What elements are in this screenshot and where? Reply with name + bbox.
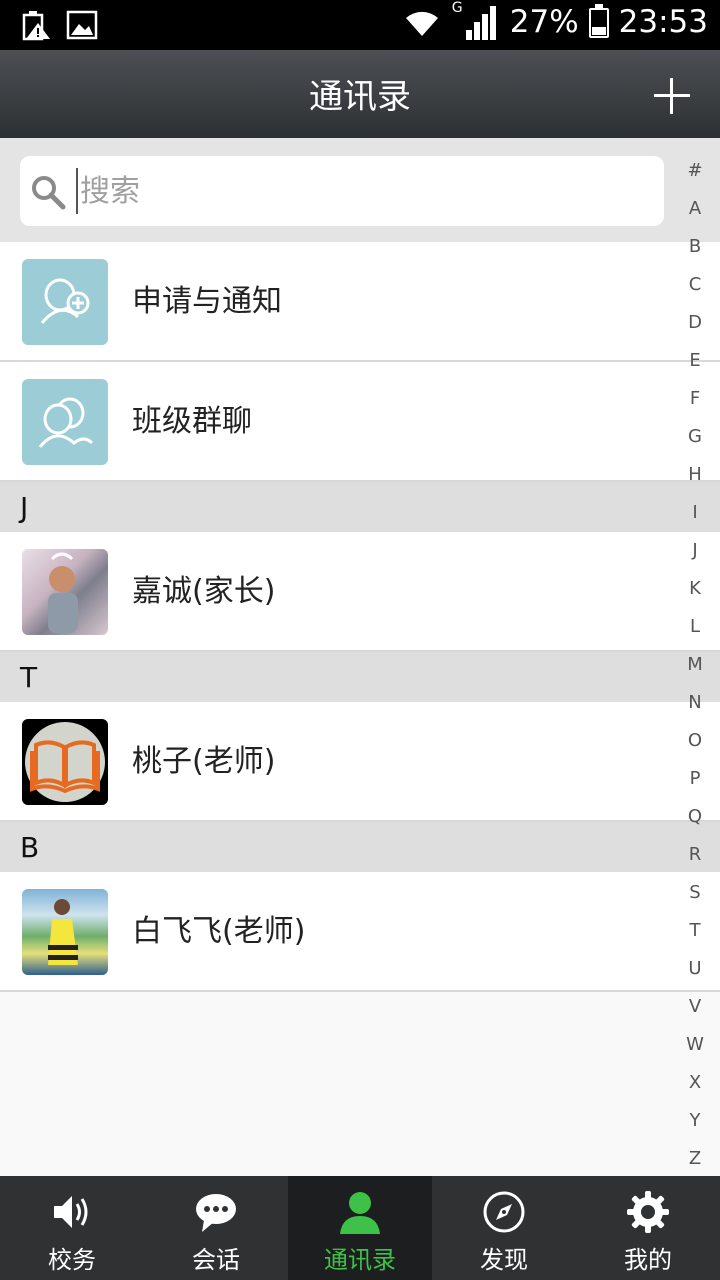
search-area <box>0 138 720 242</box>
signal-icon: G <box>452 0 500 40</box>
person-add-icon <box>22 259 108 345</box>
index-letter[interactable]: G <box>688 418 702 456</box>
tab-label: 会话 <box>192 1246 240 1274</box>
index-letter[interactable]: L <box>690 608 700 646</box>
index-letter[interactable]: P <box>690 760 701 798</box>
list-item-label: 班级群聊 <box>132 404 252 439</box>
add-contact-button[interactable] <box>654 78 690 114</box>
compass-icon <box>483 1191 525 1233</box>
index-letter[interactable]: T <box>690 912 701 950</box>
status-bar: G 27% 23:53 <box>0 0 720 50</box>
tab-conversations[interactable]: 会话 <box>144 1176 288 1280</box>
image-icon <box>66 10 98 40</box>
tab-label: 通讯录 <box>324 1246 396 1274</box>
index-letter[interactable]: E <box>689 342 700 380</box>
index-letter[interactable]: U <box>688 950 701 988</box>
index-letter[interactable]: H <box>688 456 702 494</box>
avatar <box>22 889 108 975</box>
list-item-class-group-chat[interactable]: 班级群聊 <box>0 362 720 482</box>
contact-name: 嘉诚(家长) <box>132 574 276 609</box>
contact-row[interactable]: 桃子(老师) <box>0 702 720 822</box>
index-letter[interactable]: C <box>689 266 702 304</box>
avatar <box>22 549 108 635</box>
battery-percent: 27% <box>509 4 579 40</box>
clock: 23:53 <box>618 4 708 40</box>
contact-list: 申请与通知 班级群聊 J 嘉诚(家长) T 桃子(老师) B 白飞飞(老师) <box>0 242 720 992</box>
search-icon <box>32 176 66 210</box>
person-icon <box>340 1192 380 1234</box>
bottom-nav: 校务 会话 通讯录 发现 我的 <box>0 1176 720 1280</box>
index-letter[interactable]: I <box>692 494 697 532</box>
search-input[interactable] <box>76 168 636 214</box>
tab-contacts[interactable]: 通讯录 <box>288 1176 432 1280</box>
contact-name: 白飞飞(老师) <box>132 914 306 949</box>
tab-label: 校务 <box>48 1246 96 1274</box>
battery-warning-icon <box>22 11 50 41</box>
index-letter[interactable]: Z <box>689 1140 701 1178</box>
battery-icon <box>588 4 609 38</box>
tab-discover[interactable]: 发现 <box>432 1176 576 1280</box>
chat-bubble-icon <box>196 1194 236 1232</box>
network-type: G <box>451 0 463 16</box>
book-icon <box>22 719 108 805</box>
index-letter[interactable]: F <box>690 380 700 418</box>
alphabet-index[interactable]: # A B C D E F G H I J K L M N O P Q R S T U V W X Y Z <box>682 152 708 1178</box>
speaker-icon <box>54 1196 88 1228</box>
list-item-label: 申请与通知 <box>132 284 282 319</box>
section-header-b: B <box>0 822 720 872</box>
index-letter[interactable]: W <box>686 1026 704 1064</box>
index-letter[interactable]: X <box>689 1064 701 1102</box>
tab-label: 发现 <box>480 1246 528 1274</box>
index-letter[interactable]: J <box>692 532 697 570</box>
index-letter[interactable]: # <box>687 152 702 190</box>
tab-label: 我的 <box>624 1246 672 1274</box>
index-letter[interactable]: D <box>688 304 702 342</box>
contact-row[interactable]: 白飞飞(老师) <box>0 872 720 992</box>
index-letter[interactable]: S <box>689 874 700 912</box>
page-title: 通讯录 <box>309 77 411 117</box>
search-box[interactable] <box>20 156 664 226</box>
section-header-j: J <box>0 482 720 532</box>
index-letter[interactable]: V <box>689 988 701 1026</box>
index-letter[interactable]: A <box>689 190 701 228</box>
gear-icon <box>627 1191 669 1233</box>
index-letter[interactable]: R <box>689 836 702 874</box>
title-bar: 通讯录 <box>0 50 720 138</box>
index-letter[interactable]: Q <box>688 798 702 836</box>
group-icon <box>22 379 108 465</box>
index-letter[interactable]: M <box>687 646 703 684</box>
tab-me[interactable]: 我的 <box>576 1176 720 1280</box>
index-letter[interactable]: K <box>689 570 701 608</box>
index-letter[interactable]: B <box>689 228 701 266</box>
tab-school-affairs[interactable]: 校务 <box>0 1176 144 1280</box>
contact-row[interactable]: 嘉诚(家长) <box>0 532 720 652</box>
list-item-applications[interactable]: 申请与通知 <box>0 242 720 362</box>
index-letter[interactable]: Y <box>690 1102 701 1140</box>
wifi-icon <box>405 11 438 37</box>
section-header-t: T <box>0 652 720 702</box>
index-letter[interactable]: N <box>688 684 701 722</box>
contact-name: 桃子(老师) <box>132 744 276 779</box>
index-letter[interactable]: O <box>688 722 702 760</box>
